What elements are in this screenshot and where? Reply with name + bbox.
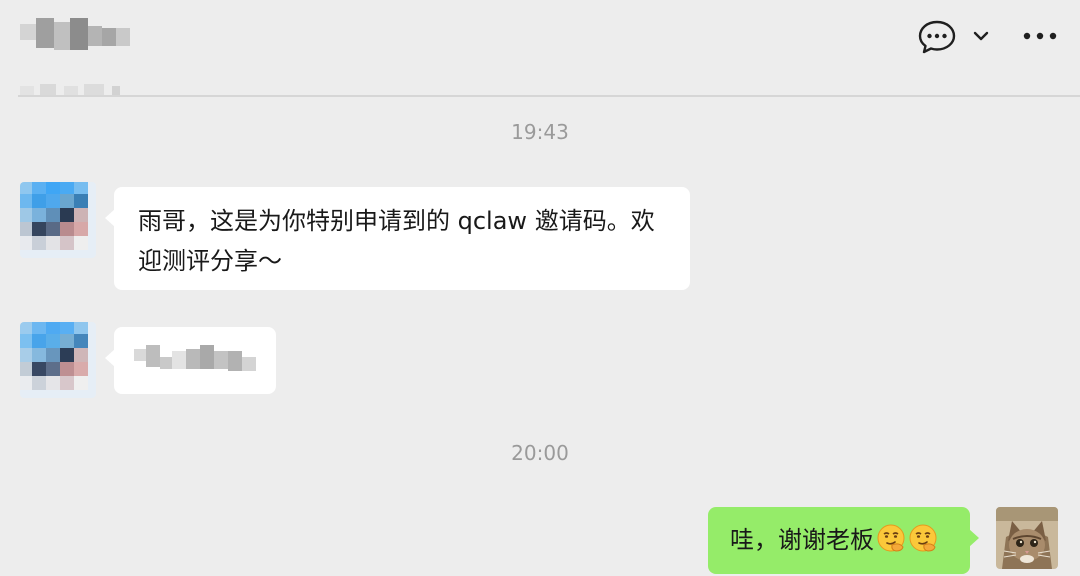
chat-header <box>0 0 1080 96</box>
blurred-subtitle <box>20 84 120 104</box>
message-text: 哇，谢谢老板 <box>730 526 874 554</box>
self-avatar[interactable] <box>996 507 1058 569</box>
chat-bubble-icon[interactable] <box>918 19 956 55</box>
contact-avatar[interactable] <box>20 182 96 258</box>
chevron-down-icon[interactable] <box>972 28 990 42</box>
incoming-message-bubble[interactable]: 雨哥，这是为你特别申请到的 qclaw 邀请码。欢 迎测评分享～ <box>105 187 690 290</box>
timestamp: 19:43 <box>511 120 569 144</box>
timestamp: 20:00 <box>511 441 569 465</box>
outgoing-message-bubble[interactable]: 哇，谢谢老板 <box>708 507 979 574</box>
more-icon[interactable] <box>1020 28 1060 44</box>
contact-avatar[interactable] <box>20 322 96 398</box>
smirk-emoji-icon <box>908 523 938 553</box>
blurred-message-text <box>134 345 260 377</box>
message-text-line: 迎测评分享～ <box>138 247 282 275</box>
blurred-chat-title <box>20 18 132 54</box>
message-text-line: 雨哥，这是为你特别申请到的 qclaw 邀请码。欢 <box>138 207 655 235</box>
incoming-message-bubble-blurred[interactable] <box>105 327 276 394</box>
header-divider <box>18 95 1080 97</box>
smirk-emoji-icon <box>876 523 906 553</box>
